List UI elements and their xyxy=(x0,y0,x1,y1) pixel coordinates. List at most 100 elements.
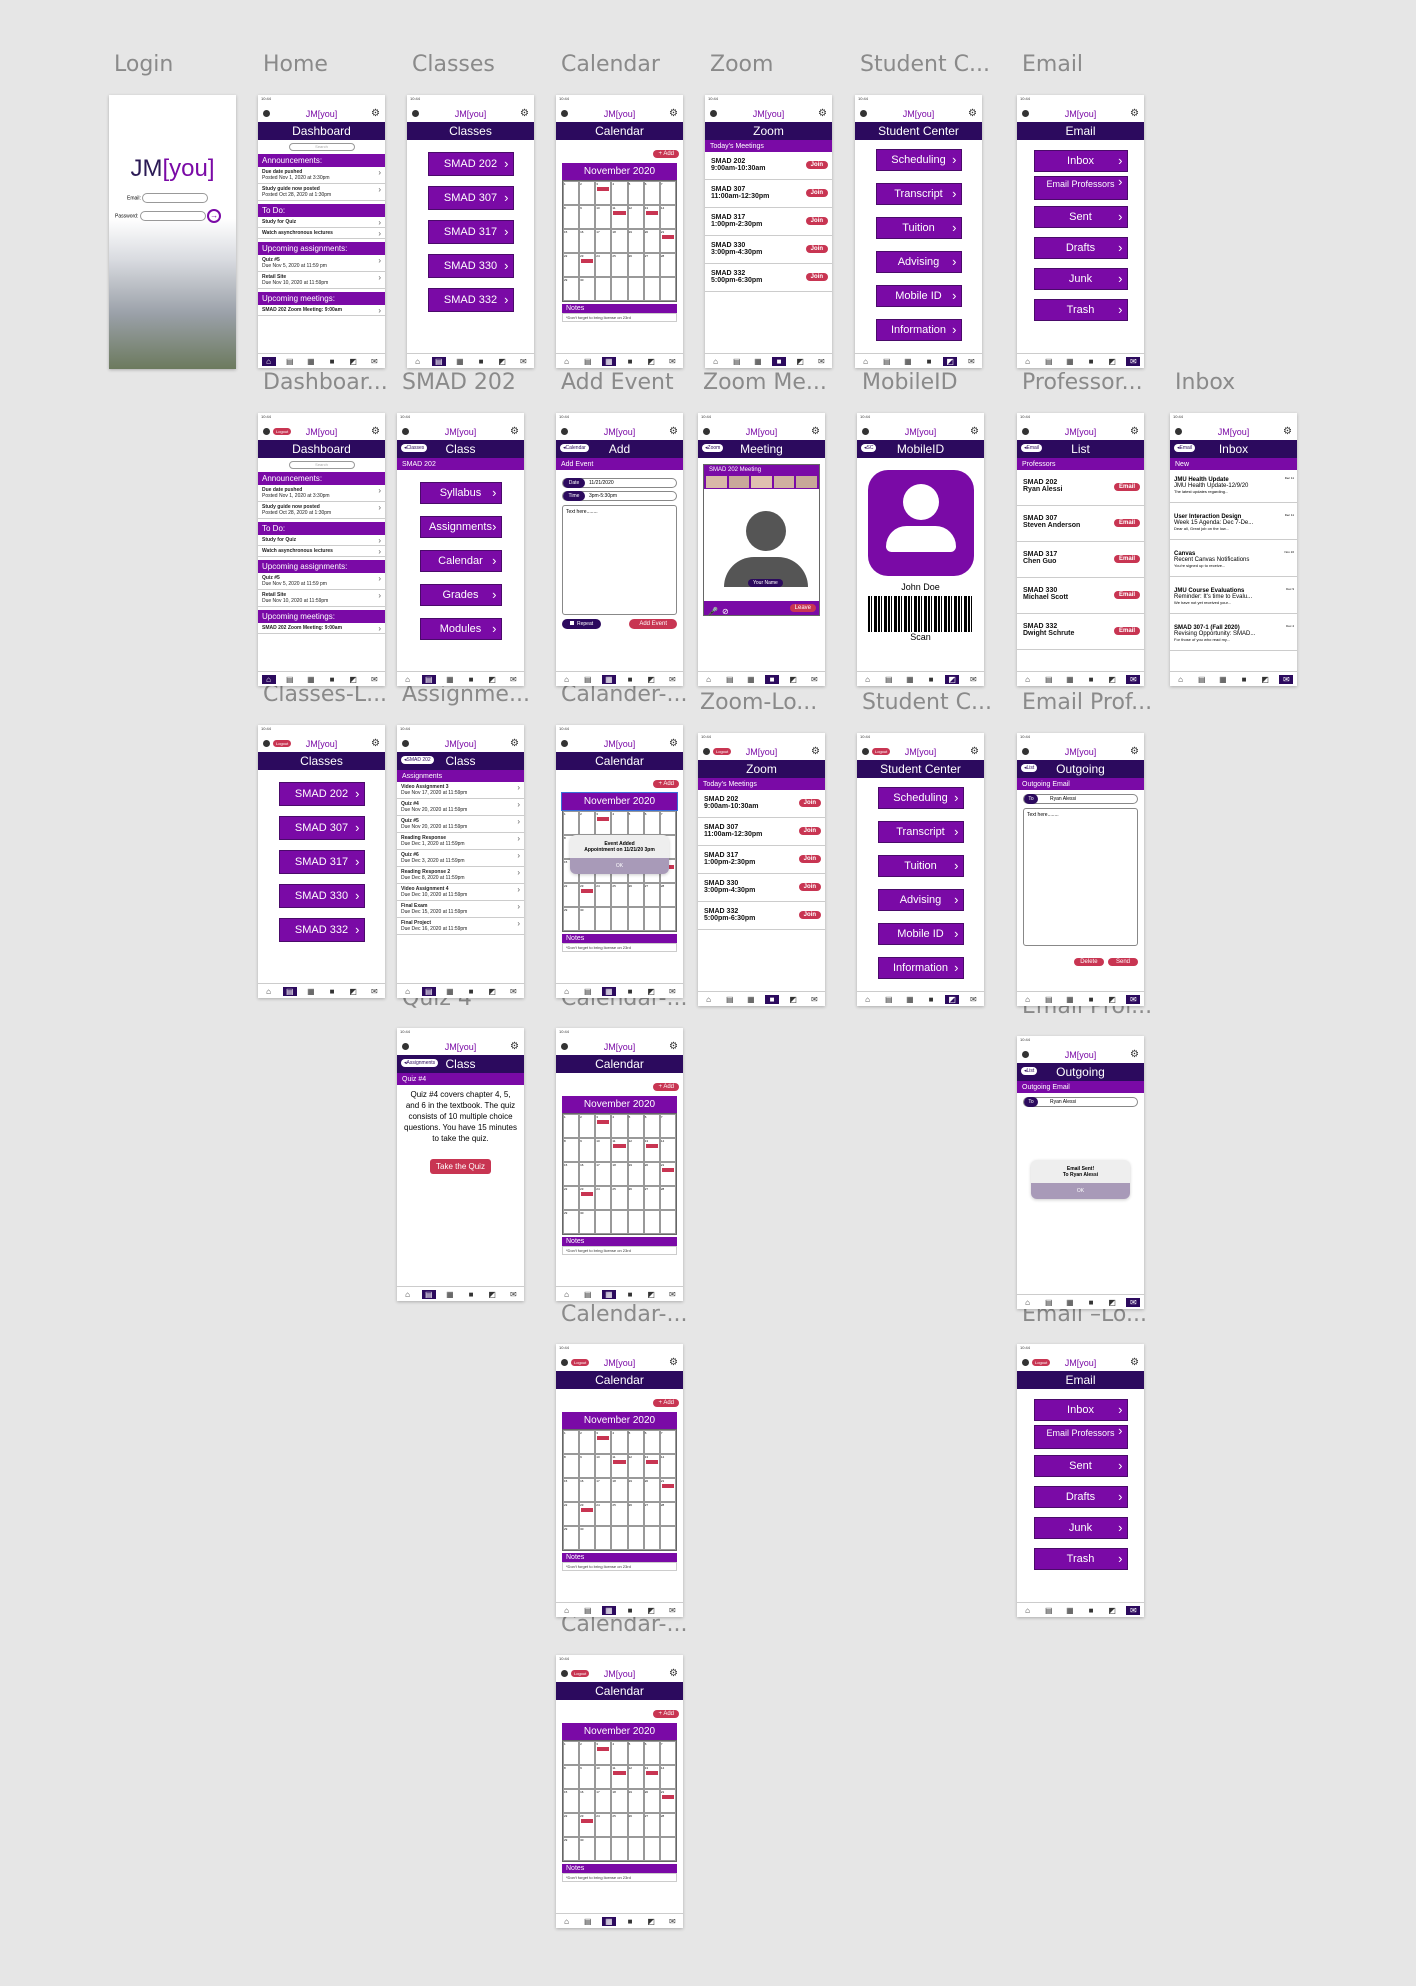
ok-button[interactable]: OK xyxy=(570,858,669,874)
list-item[interactable]: Study for Quiz xyxy=(258,217,385,228)
student-icon[interactable]: ◩ xyxy=(644,987,658,996)
gear-icon[interactable]: ⚙ xyxy=(1130,746,1139,757)
video-icon[interactable]: ■ xyxy=(464,1290,478,1299)
calendar-day[interactable]: 2 xyxy=(579,811,596,835)
message-text-area[interactable]: Text here........ xyxy=(1023,808,1138,946)
calendar-day[interactable]: 29 xyxy=(563,1210,580,1234)
account-icon[interactable] xyxy=(860,110,867,117)
calendar-day[interactable]: 28 xyxy=(659,883,676,907)
calendar-day[interactable] xyxy=(595,1837,612,1861)
calendar-day[interactable]: 27 xyxy=(643,1813,660,1837)
join-button[interactable]: Join xyxy=(805,245,828,253)
assignment-row[interactable]: Quiz #6 Due Dec 3, 2020 at 11:59pm xyxy=(397,850,524,867)
back-button[interactable]: ◂SMAD 202 xyxy=(401,756,434,764)
calendar-day[interactable]: 2 xyxy=(579,181,596,205)
calendar-day[interactable]: 11 xyxy=(611,1138,628,1162)
classes-icon[interactable]: ▤ xyxy=(581,675,595,684)
date-field[interactable]: Date 11/21/2020 xyxy=(562,478,677,488)
account-icon[interactable] xyxy=(1022,1051,1029,1058)
video-icon[interactable]: ■ xyxy=(623,1606,637,1615)
video-icon[interactable]: ■ xyxy=(474,357,488,366)
account-icon[interactable] xyxy=(561,428,568,435)
join-button[interactable]: Join xyxy=(798,883,821,891)
classes-icon[interactable]: ▤ xyxy=(431,356,446,366)
home-icon[interactable]: ⌂ xyxy=(560,1606,574,1615)
gear-icon[interactable]: ⚙ xyxy=(669,108,678,119)
calendar-icon[interactable]: ▦ xyxy=(443,1290,457,1299)
calendar-day[interactable]: 6 xyxy=(643,1114,660,1138)
email-button[interactable]: Email xyxy=(1113,627,1140,635)
classes-icon[interactable]: ▤ xyxy=(882,675,896,684)
advising-button[interactable]: Advising xyxy=(875,251,962,273)
tuition-button[interactable]: Tuition xyxy=(877,855,964,877)
classes-icon[interactable]: ▤ xyxy=(581,1917,595,1926)
calendar-icon[interactable]: ▦ xyxy=(453,357,467,366)
account-icon[interactable] xyxy=(263,428,270,435)
calendar-day[interactable] xyxy=(659,1526,676,1550)
calendar-day[interactable] xyxy=(643,1837,660,1861)
account-icon[interactable] xyxy=(561,740,568,747)
calendar-icon[interactable]: ▦ xyxy=(901,357,915,366)
mail-icon[interactable]: ✉ xyxy=(1279,674,1294,684)
mail-icon[interactable]: ✉ xyxy=(1126,674,1141,684)
password-field[interactable] xyxy=(139,211,206,221)
home-icon[interactable]: ⌂ xyxy=(560,1290,574,1299)
calendar-day[interactable]: 11 xyxy=(611,205,628,229)
calendar-day[interactable] xyxy=(627,1837,644,1861)
mail-icon[interactable]: ✉ xyxy=(1126,1605,1141,1615)
calendar-day[interactable]: 3 xyxy=(595,811,612,835)
mail-icon[interactable]: ✉ xyxy=(807,675,821,684)
email-professors-button[interactable]: Email Professors xyxy=(1033,176,1128,200)
calendar-day[interactable]: 22 xyxy=(563,1502,580,1526)
calendar-day[interactable]: 25 xyxy=(611,1186,628,1210)
calendar-day[interactable]: 23 xyxy=(579,1813,596,1837)
join-button[interactable]: Join xyxy=(805,217,828,225)
home-icon[interactable]: ⌂ xyxy=(262,987,276,996)
calendar-day[interactable]: 4 xyxy=(611,1741,628,1765)
calendar-day[interactable]: 9 xyxy=(579,1138,596,1162)
add-button[interactable]: + Add xyxy=(653,780,679,788)
video-icon[interactable]: ■ xyxy=(623,987,637,996)
back-button[interactable]: ◂SC xyxy=(861,444,877,452)
calendar-day[interactable]: 5 xyxy=(627,1430,644,1454)
home-icon[interactable]: ⌂ xyxy=(1021,357,1035,366)
classes-icon[interactable]: ▤ xyxy=(282,986,297,996)
classes-icon[interactable]: ▤ xyxy=(1195,675,1209,684)
list-item[interactable]: Study guide now posted Posted Oct 28, 202… xyxy=(258,184,385,201)
class-button[interactable]: SMAD 202 xyxy=(278,782,365,806)
information-button[interactable]: Information xyxy=(875,319,962,341)
gear-icon[interactable]: ⚙ xyxy=(1283,426,1292,437)
calendar-day[interactable]: 6 xyxy=(643,811,660,835)
calendar-day[interactable]: 7 xyxy=(659,1430,676,1454)
calendar-grid[interactable]: 1234567891011121314151617181920212223242… xyxy=(562,1429,677,1551)
calendar-day[interactable]: 8 xyxy=(563,1454,580,1478)
join-button[interactable]: Join xyxy=(805,161,828,169)
calendar-day[interactable] xyxy=(611,907,628,931)
calendar-day[interactable]: 4 xyxy=(611,1114,628,1138)
calendar-icon[interactable]: ▦ xyxy=(601,1289,616,1299)
back-button[interactable]: ◂List xyxy=(1021,764,1038,772)
calendar-day[interactable]: 12 xyxy=(627,1138,644,1162)
calendar-day[interactable] xyxy=(611,1210,628,1234)
classes-icon[interactable]: ▤ xyxy=(581,1290,595,1299)
calendar-day[interactable]: 26 xyxy=(627,1186,644,1210)
inbox-button[interactable]: Inbox xyxy=(1033,1399,1128,1421)
student-icon[interactable]: ◩ xyxy=(346,987,360,996)
calendar-day[interactable]: 14 xyxy=(659,1138,676,1162)
calendar-day[interactable] xyxy=(627,1210,644,1234)
video-icon[interactable]: ■ xyxy=(1084,1298,1098,1307)
information-button[interactable]: Information xyxy=(877,957,964,979)
calendar-day[interactable]: 18 xyxy=(611,229,628,253)
gear-icon[interactable]: ⚙ xyxy=(970,426,979,437)
calendar-day[interactable]: 21 xyxy=(659,229,676,253)
classes-icon[interactable]: ▤ xyxy=(882,995,896,1004)
email-row[interactable]: JMU Health Update JMU Health Update-12/9/… xyxy=(1170,474,1297,503)
calendar-day[interactable]: 9 xyxy=(579,1765,596,1789)
class-button[interactable]: SMAD 202 xyxy=(427,152,514,176)
account-icon[interactable] xyxy=(1175,428,1182,435)
account-icon[interactable] xyxy=(1022,110,1029,117)
calendar-day[interactable]: 12 xyxy=(627,1454,644,1478)
calendar-day[interactable]: 16 xyxy=(579,229,596,253)
calendar-day[interactable]: 29 xyxy=(563,907,580,931)
student-icon[interactable]: ◩ xyxy=(943,356,958,366)
